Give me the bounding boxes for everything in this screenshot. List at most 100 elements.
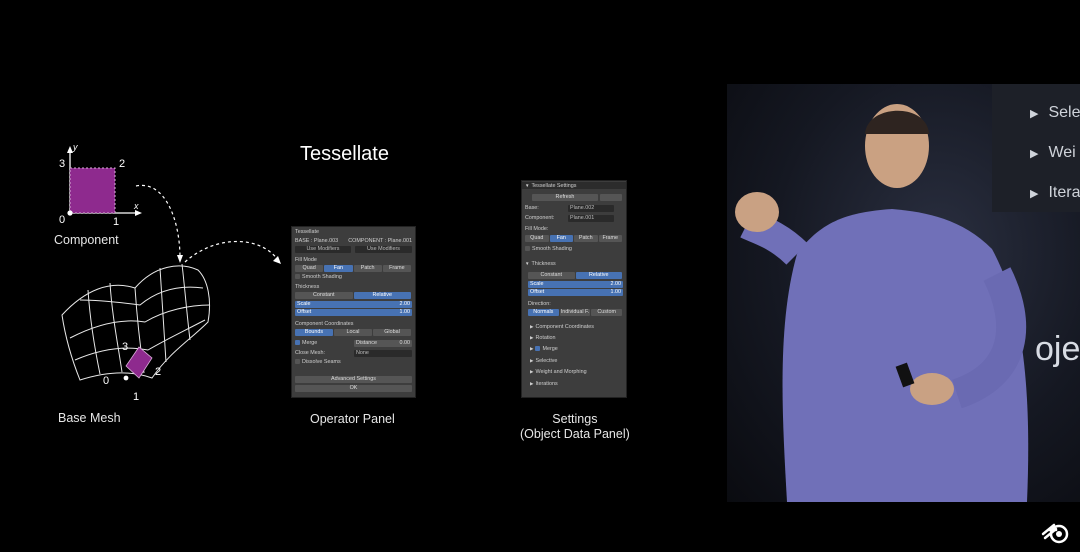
dissolve-seams-label: Dissolve Seams (302, 359, 341, 365)
settings-offset-label: Offset (530, 289, 545, 295)
screen-item-1-text: Sele (1048, 104, 1080, 121)
collapsed-arrow-icon: ▶ (530, 369, 534, 374)
settings-smooth-shading-row[interactable]: Smooth Shading (525, 246, 623, 253)
settings-panel-title: Tessellate Settings (531, 183, 577, 189)
collapsed-arrow-icon: ▶ (530, 335, 534, 340)
settings-fill-patch[interactable]: Patch (574, 235, 598, 242)
settings-thickness-selector: Constant Relative (528, 272, 623, 279)
merge-checkbox[interactable] (535, 346, 541, 352)
settings-fill-mode-selector: Quad Fan Patch Frame (525, 235, 623, 242)
mesh-origin-dot (123, 375, 129, 381)
dissolve-seams-checkbox[interactable] (295, 359, 300, 365)
refresh-button[interactable]: Refresh (532, 194, 598, 201)
slide-title: Tessellate (300, 143, 389, 165)
collapse-arrow-icon: ▼ (525, 183, 530, 188)
thickness-section-label: Thickness (531, 261, 556, 267)
section-component-coordinates[interactable]: ▶ Component Coordinates (530, 323, 623, 330)
smooth-shading-checkbox[interactable] (295, 274, 300, 280)
direction-label: Direction: (528, 301, 551, 307)
settings-offset-field[interactable]: Offset 1.00 (528, 289, 623, 296)
scale-field[interactable]: Scale 2.00 (295, 301, 412, 308)
copy-paste-icons[interactable] (600, 194, 622, 201)
settings-smooth-shading-label: Smooth Shading (532, 246, 572, 252)
section-iterations-label: Iterations (535, 381, 558, 387)
distance-field[interactable]: Distance 0.00 (354, 340, 412, 347)
use-modifiers-component-button[interactable]: Use Modifiers (355, 246, 412, 253)
settings-fill-frame[interactable]: Frame (598, 235, 622, 242)
screen-item-2: ▶ Wei (1030, 144, 1076, 162)
settings-scale-field[interactable]: Scale 2.00 (528, 281, 623, 288)
axis-x-label: x (134, 201, 139, 211)
settings-caption-line1: Settings (552, 412, 598, 426)
base-mesh-caption: Base Mesh (58, 411, 121, 425)
operator-panel: Tessellate BASE : Plane.003 COMPONENT : … (291, 226, 416, 398)
component-coordinates-label: Component Coordinates (295, 321, 354, 327)
mesh-vertex-1: 1 (133, 391, 140, 403)
section-rotation-label: Rotation (535, 335, 556, 341)
screen-item-1: ▶ Sele (1030, 104, 1080, 122)
settings-fill-fan[interactable]: Fan (549, 235, 573, 242)
settings-thickness-relative[interactable]: Relative (575, 272, 622, 279)
direction-normals[interactable]: Normals (528, 309, 559, 316)
section-merge-label: Merge (542, 346, 558, 352)
base-object-label: BASE : Plane.003 (295, 238, 339, 244)
coord-local[interactable]: Local (334, 329, 372, 336)
component-object-field[interactable]: Plane.001 (568, 215, 614, 222)
component-object-value: Plane.001 (570, 215, 595, 221)
fill-mode-frame[interactable]: Frame (382, 265, 411, 272)
collapsed-arrow-icon: ▶ (530, 346, 534, 351)
fill-mode-fan[interactable]: Fan (324, 265, 353, 272)
mesh-vertex-3: 3 (122, 341, 129, 353)
fill-mode-patch[interactable]: Patch (353, 265, 382, 272)
section-rotation[interactable]: ▶ Rotation (530, 334, 623, 341)
component-object-label: COMPONENT : Plane.001 (348, 238, 412, 244)
fill-mode-quad[interactable]: Quad (295, 265, 324, 272)
coord-global[interactable]: Global (373, 329, 411, 336)
distance-label: Distance (356, 340, 377, 346)
offset-value: 1.00 (399, 309, 411, 315)
thickness-selector: Constant Relative (295, 292, 412, 299)
section-iterations[interactable]: ▶ Iterations (530, 380, 623, 387)
arrow-component-to-mesh (135, 184, 181, 259)
arrow-head-icon (177, 255, 183, 263)
smooth-shading-label: Smooth Shading (302, 274, 342, 280)
use-modifiers-base-button[interactable]: Use Modifiers (295, 246, 351, 253)
section-merge[interactable]: ▶ Merge (530, 345, 623, 352)
direction-individual-faces[interactable]: Individual F. (559, 309, 591, 316)
tessellate-settings-panel: ▼ Tessellate Settings Refresh Base: Plane… (521, 180, 627, 398)
thickness-constant[interactable]: Constant (295, 292, 353, 299)
settings-thickness-constant[interactable]: Constant (528, 272, 575, 279)
settings-panel-header[interactable]: ▼ Tessellate Settings (522, 182, 626, 189)
coord-bounds[interactable]: Bounds (295, 329, 333, 336)
component-label: Component: (525, 215, 555, 221)
smooth-shading-row[interactable]: Smooth Shading (295, 274, 412, 281)
section-selective[interactable]: ▶ Selective (530, 357, 623, 364)
base-object-field[interactable]: Plane.002 (568, 205, 614, 212)
fill-mode-selector: Quad Fan Patch Frame (295, 265, 412, 272)
close-mesh-dropdown[interactable]: None (354, 350, 412, 357)
close-mesh-label: Close Mesh: (295, 350, 325, 356)
merge-checkbox[interactable] (295, 340, 300, 346)
merge-label: Merge (302, 340, 318, 346)
blender-logo-icon (1041, 523, 1069, 544)
advanced-settings-button[interactable]: Advanced Settings (295, 376, 412, 383)
dissolve-seams-row[interactable]: Dissolve Seams (295, 359, 412, 366)
ok-button[interactable]: OK (295, 385, 412, 392)
settings-smooth-shading-checkbox[interactable] (525, 246, 530, 252)
collapsed-arrow-icon: ▶ (530, 324, 534, 329)
thickness-section[interactable]: ▼ Thickness (525, 260, 623, 267)
direction-custom[interactable]: Custom (591, 309, 623, 316)
merge-row[interactable]: Merge (295, 340, 353, 347)
collapsed-arrow-icon: ▶ (530, 358, 534, 363)
section-weight-morphing[interactable]: ▶ Weight and Morphing (530, 368, 623, 375)
section-weight-morphing-label: Weight and Morphing (535, 369, 587, 375)
thickness-relative[interactable]: Relative (353, 292, 411, 299)
offset-field[interactable]: Offset 1.00 (295, 309, 412, 316)
section-component-coordinates-label: Component Coordinates (535, 324, 594, 330)
component-origin-dot (67, 210, 73, 216)
coordinates-selector: Bounds Local Global (295, 329, 412, 336)
settings-fill-quad[interactable]: Quad (525, 235, 549, 242)
fill-mode-label: Fill Mode: (525, 226, 549, 232)
operator-panel-caption: Operator Panel (310, 412, 395, 426)
offset-label: Offset (297, 309, 312, 315)
